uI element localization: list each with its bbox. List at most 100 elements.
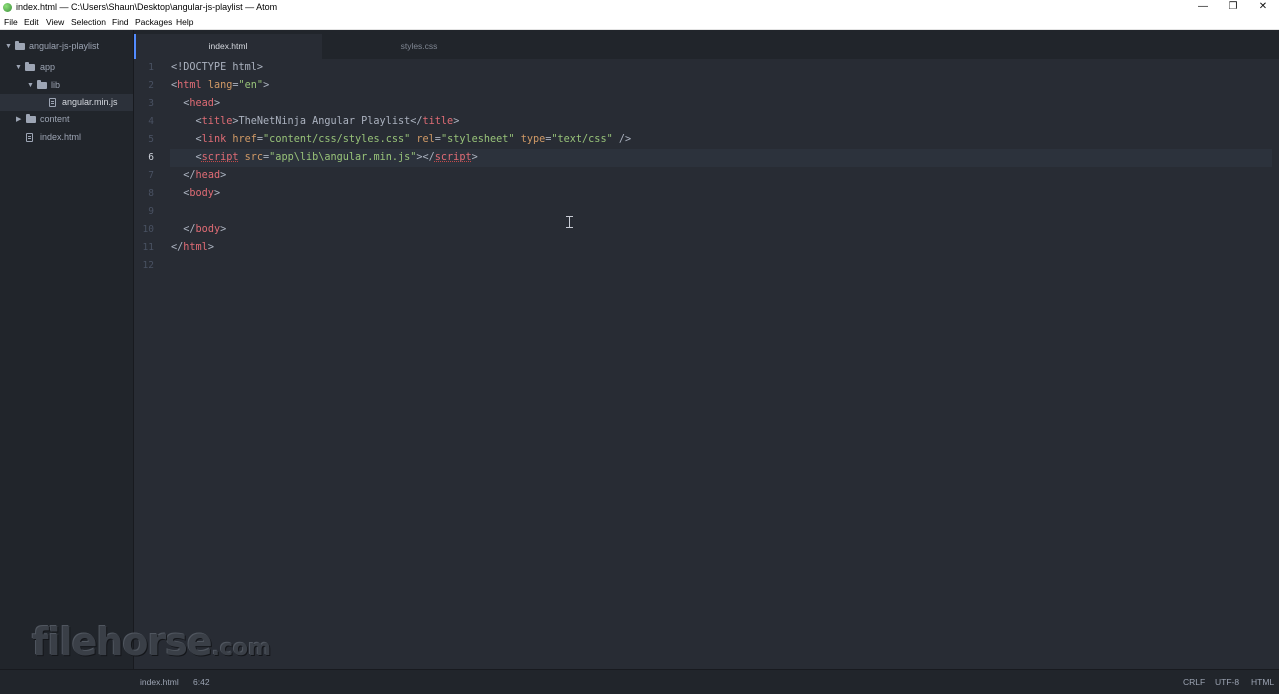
code-line[interactable]: </head> [171, 167, 226, 185]
menu-bar: File Edit View Selection Find Packages H… [0, 15, 1279, 30]
folder-icon [25, 62, 35, 71]
line-number: 2 [148, 80, 154, 91]
code-token: html [183, 242, 208, 253]
code-token: body [195, 224, 221, 235]
code-line[interactable]: </body> [171, 221, 226, 239]
line-number: 11 [142, 242, 154, 253]
status-file-path[interactable]: index.html [140, 670, 179, 694]
code-token: > [207, 242, 214, 253]
minimize-button[interactable]: — [1188, 0, 1218, 15]
code-line[interactable]: <!DOCTYPE html> [171, 59, 263, 77]
code-token: > [220, 224, 227, 235]
code-token: "en" [238, 80, 264, 91]
menu-find[interactable]: Find [112, 15, 129, 29]
menu-help[interactable]: Help [176, 15, 193, 29]
code-token: </ [410, 116, 423, 127]
line-number-current: 6 [148, 152, 154, 163]
tab-styles-css[interactable]: styles.css [325, 34, 513, 59]
watermark-tld: .com [211, 636, 272, 661]
menu-view[interactable]: View [46, 15, 64, 29]
chevron-down-icon[interactable]: ▼ [27, 77, 34, 94]
status-encoding[interactable]: UTF-8 [1215, 670, 1239, 694]
line-number: 4 [148, 116, 154, 127]
code-token: ></ [416, 152, 435, 163]
status-cursor-position[interactable]: 6:42 [193, 670, 210, 694]
code-token: </ [171, 170, 196, 181]
code-token: > [453, 116, 460, 127]
code-token: "text/css" [551, 134, 613, 145]
menu-packages[interactable]: Packages [135, 15, 172, 29]
tree-item-lib[interactable]: ▼ lib [0, 77, 133, 94]
tree-item-index-html[interactable]: index.html [0, 129, 133, 146]
folder-icon [15, 41, 25, 50]
code-line[interactable]: </html> [171, 239, 214, 257]
code-token: body [189, 188, 214, 199]
code-token: "content/css/styles.css" [263, 134, 411, 145]
title-bar: index.html — C:\Users\Shaun\Desktop\angu… [0, 0, 1279, 15]
code-token: < [171, 152, 202, 163]
atom-logo-icon [3, 3, 12, 12]
text-editor[interactable]: 1 2 3 4 5 6 7 8 9 10 11 12 <!DOCTYPE htm… [134, 59, 1279, 669]
line-number: 10 [142, 224, 154, 235]
code-token: TheNetNinja Angular Playlist [238, 116, 411, 127]
code-token: </ [171, 224, 196, 235]
code-token: < [171, 134, 202, 145]
line-number: 3 [148, 98, 154, 109]
code-token: script [201, 152, 239, 163]
menu-selection[interactable]: Selection [71, 15, 106, 29]
tab-bar: index.html styles.css [134, 30, 1279, 59]
status-bar: index.html 6:42 CRLF UTF-8 HTML [0, 669, 1279, 694]
code-token: type [520, 134, 546, 145]
line-number: 8 [148, 188, 154, 199]
project-name: angular-js-playlist [29, 41, 100, 51]
code-line[interactable]: <script src="app\lib\angular.min.js"></s… [171, 149, 478, 167]
code-token: <!DOCTYPE html> [171, 62, 264, 73]
code-token: src [244, 152, 264, 163]
line-number: 7 [148, 170, 154, 181]
chevron-right-icon[interactable]: ▶ [16, 111, 21, 128]
chevron-down-icon[interactable]: ▼ [15, 59, 22, 76]
status-grammar[interactable]: HTML [1251, 670, 1274, 694]
vertical-scrollbar[interactable] [1272, 59, 1279, 669]
folder-icon [26, 114, 36, 123]
file-icon [49, 98, 56, 107]
code-token: /> [612, 134, 632, 145]
code-token: href [232, 134, 257, 145]
code-token: link [201, 134, 227, 145]
tree-item-label: index.html [40, 132, 82, 142]
code-line[interactable]: <html lang="en"> [171, 77, 269, 95]
code-line[interactable]: <title>TheNetNinja Angular Playlist</tit… [171, 113, 460, 131]
tree-item-app[interactable]: ▼ app [0, 59, 133, 76]
menu-file[interactable]: File [4, 15, 18, 29]
tree-item-label: content [40, 114, 70, 124]
tree-view: ▼ angular-js-playlist ▼ app ▼ lib angula… [0, 30, 134, 669]
code-line[interactable]: <head> [171, 95, 220, 113]
code-token: "app\lib\angular.min.js" [269, 152, 417, 163]
line-number: 1 [148, 62, 154, 73]
chevron-down-icon[interactable]: ▼ [5, 38, 12, 55]
code-token: < [171, 188, 190, 199]
code-token: script [434, 152, 472, 163]
tree-item-content[interactable]: ▶ content [0, 111, 133, 128]
close-window-button[interactable]: ✕ [1248, 0, 1278, 15]
code-token: < [171, 98, 190, 109]
restore-button[interactable]: ❐ [1218, 0, 1248, 15]
code-token: </ [171, 242, 184, 253]
status-line-ending[interactable]: CRLF [1183, 670, 1205, 694]
mouse-ibeam-cursor-icon [566, 216, 573, 228]
line-number: 9 [148, 206, 154, 217]
line-number: 5 [148, 134, 154, 145]
tree-item-angular-min-js[interactable]: angular.min.js [0, 94, 133, 111]
code-line[interactable]: <link href="content/css/styles.css" rel=… [171, 131, 632, 149]
watermark-logo: filehorse.com [32, 620, 271, 671]
code-line[interactable]: <body> [171, 185, 220, 203]
tree-project-root[interactable]: ▼ angular-js-playlist [0, 38, 133, 55]
code-token: html [177, 80, 202, 91]
tab-index-html[interactable]: index.html [134, 34, 322, 59]
code-token: title [422, 116, 454, 127]
window-title: index.html — C:\Users\Shaun\Desktop\angu… [16, 2, 278, 12]
code-token: > [220, 170, 227, 181]
code-token: > [471, 152, 478, 163]
menu-edit[interactable]: Edit [24, 15, 39, 29]
code-token: "stylesheet" [440, 134, 515, 145]
